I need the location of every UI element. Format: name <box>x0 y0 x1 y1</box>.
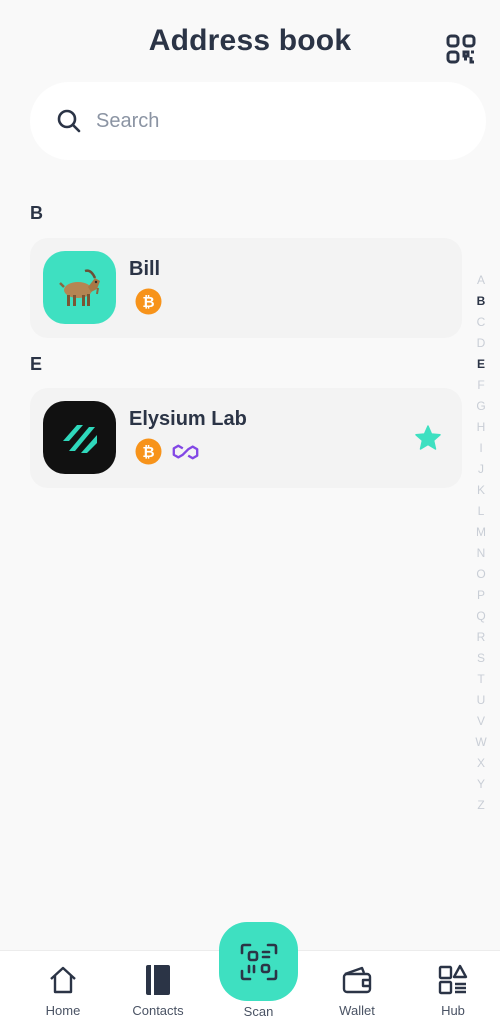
alphabet-index-letter[interactable]: F <box>477 375 484 396</box>
alphabet-index-letter[interactable]: Q <box>476 606 485 627</box>
svg-text:₿: ₿ <box>142 294 154 311</box>
search-input[interactable] <box>96 109 456 133</box>
alphabet-index-letter[interactable]: I <box>479 438 482 459</box>
alphabet-index-letter[interactable]: A <box>477 270 485 291</box>
nav-home[interactable]: Home <box>28 963 98 1018</box>
nav-contacts[interactable]: Contacts <box>123 963 193 1018</box>
nav-home-label: Home <box>45 1003 81 1018</box>
elysium-logo-icon <box>62 424 97 453</box>
scan-button[interactable] <box>219 922 298 1001</box>
avatar <box>43 251 116 324</box>
contact-name: Bill <box>129 258 161 280</box>
svg-text:₿: ₿ <box>142 444 154 461</box>
polygon-icon <box>172 438 199 465</box>
hub-icon <box>436 963 470 997</box>
alphabet-index-letter[interactable]: W <box>475 732 486 753</box>
nav-hub-label: Hub <box>441 1003 465 1018</box>
avatar <box>43 401 116 474</box>
alphabet-index-letter[interactable]: O <box>476 564 485 585</box>
nav-wallet[interactable]: Wallet <box>322 963 392 1018</box>
alphabet-index-letter[interactable]: B <box>477 291 486 312</box>
contacts-book-icon <box>141 963 175 997</box>
search-bar[interactable] <box>30 82 486 160</box>
favorite-star-icon[interactable] <box>414 424 442 452</box>
nav-wallet-label: Wallet <box>339 1003 375 1018</box>
alphabet-index-letter[interactable]: Z <box>477 795 484 816</box>
alphabet-index-letter[interactable]: P <box>477 585 485 606</box>
alphabet-index-letter[interactable]: C <box>477 312 486 333</box>
scan-qr-icon <box>240 943 277 980</box>
alphabet-index-letter[interactable]: S <box>477 648 485 669</box>
alphabet-index-letter[interactable]: D <box>477 333 486 354</box>
page-title: Address book <box>148 24 352 57</box>
alphabet-index-letter[interactable]: M <box>476 522 486 543</box>
alphabet-index[interactable]: ABCDEFGHIJKLMNOPQRSTUVWXYZ <box>471 270 491 816</box>
alphabet-index-letter[interactable]: Y <box>477 774 485 795</box>
alphabet-index-letter[interactable]: U <box>477 690 486 711</box>
alphabet-index-letter[interactable]: G <box>476 396 485 417</box>
alphabet-index-letter[interactable]: K <box>477 480 485 501</box>
alphabet-index-letter[interactable]: J <box>478 459 484 480</box>
qr-code-button[interactable] <box>444 32 478 66</box>
wallet-icon <box>340 963 374 997</box>
alphabet-index-letter[interactable]: H <box>477 417 486 438</box>
nav-contacts-label: Contacts <box>132 1003 184 1018</box>
goat-icon <box>58 268 100 306</box>
alphabet-index-letter[interactable]: V <box>477 711 485 732</box>
bitcoin-icon: ₿ <box>135 288 162 315</box>
alphabet-index-letter[interactable]: E <box>477 354 485 375</box>
nav-hub[interactable]: Hub <box>418 963 488 1018</box>
contact-name: Elysium Lab <box>129 408 247 430</box>
nav-scan-label: Scan <box>243 1004 274 1019</box>
section-header-e: E <box>30 354 43 374</box>
section-header-b: B <box>30 203 43 223</box>
alphabet-index-letter[interactable]: L <box>478 501 485 522</box>
contact-card-elysium-lab[interactable]: Elysium Lab ₿ <box>30 388 462 488</box>
contact-card-bill[interactable]: Bill ₿ <box>30 238 462 338</box>
header: Address book <box>0 0 500 90</box>
alphabet-index-letter[interactable]: N <box>477 543 486 564</box>
home-icon <box>46 963 80 997</box>
bitcoin-icon: ₿ <box>135 438 162 465</box>
search-icon <box>56 108 82 134</box>
qr-code-icon <box>446 34 476 64</box>
alphabet-index-letter[interactable]: R <box>477 627 486 648</box>
alphabet-index-letter[interactable]: X <box>477 753 485 774</box>
alphabet-index-letter[interactable]: T <box>477 669 484 690</box>
chain-list: ₿ <box>135 438 199 465</box>
chain-list: ₿ <box>135 288 162 315</box>
